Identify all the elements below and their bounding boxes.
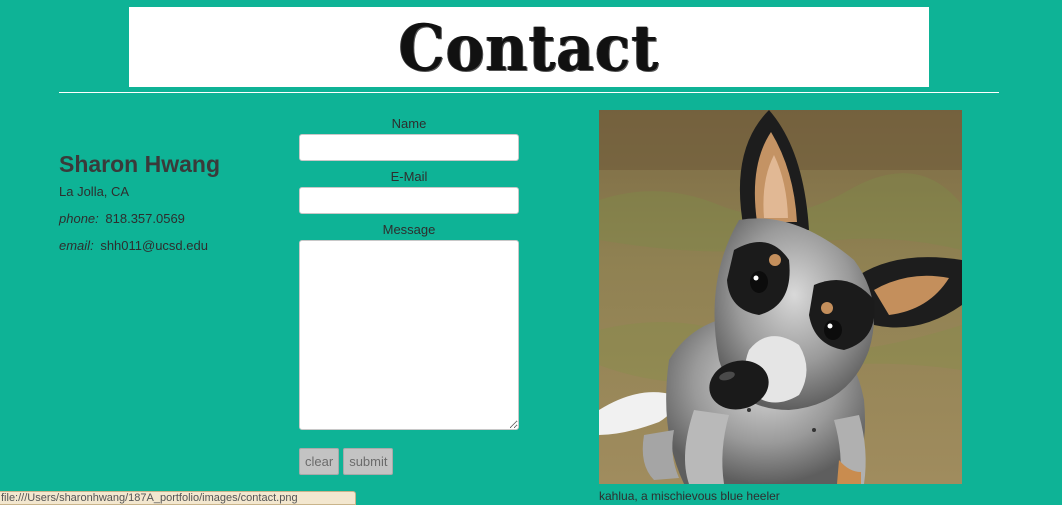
- contact-form: Name E-Mail Message clear submit: [299, 116, 519, 475]
- dog-illustration: [599, 110, 962, 484]
- dog-photo: [599, 110, 962, 484]
- phone-label: phone:: [59, 211, 99, 226]
- contact-info: Sharon Hwang La Jolla, CA phone: 818.357…: [59, 150, 279, 265]
- email-field-label: E-Mail: [390, 169, 428, 184]
- clear-button[interactable]: clear: [299, 448, 340, 475]
- contact-name: Sharon Hwang: [59, 151, 221, 177]
- banner-title: Contact: [398, 10, 660, 86]
- email-label: email:: [59, 238, 94, 253]
- name-field-label: Name: [391, 116, 427, 131]
- phone-value: 818.357.0569: [105, 211, 185, 226]
- contact-location: La Jolla, CA: [59, 184, 130, 199]
- contact-phone-row: phone: 818.357.0569: [59, 211, 279, 226]
- message-field[interactable]: [299, 240, 519, 430]
- email-value: shh011@ucsd.edu: [100, 238, 208, 253]
- photo-caption: kahlua, a mischievous blue heeler: [599, 489, 780, 503]
- email-field[interactable]: [299, 187, 519, 214]
- form-buttons: clear submit: [299, 448, 519, 475]
- contact-email-row: email: shh011@ucsd.edu: [59, 238, 279, 253]
- header-divider: [59, 92, 999, 93]
- message-field-label: Message: [382, 222, 436, 237]
- name-field[interactable]: [299, 134, 519, 161]
- submit-button[interactable]: submit: [343, 448, 394, 475]
- header-banner: Contact: [129, 7, 929, 87]
